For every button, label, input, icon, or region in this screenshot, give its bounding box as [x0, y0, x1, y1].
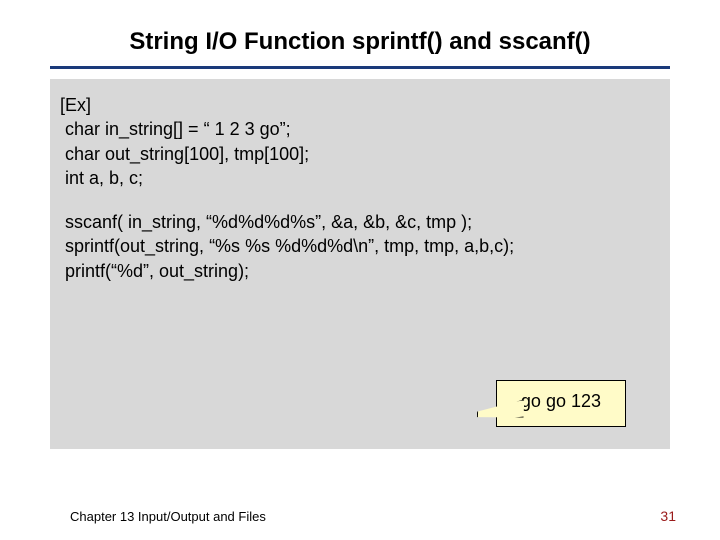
code-line: int a, b, c;: [60, 166, 660, 190]
code-box: [Ex] char in_string[] = “ 1 2 3 go”; cha…: [50, 79, 670, 449]
code-line: char in_string[] = “ 1 2 3 go”;: [60, 117, 660, 141]
code-line: char out_string[100], tmp[100];: [60, 142, 660, 166]
output-callout: go go 123: [496, 380, 626, 427]
slide-title: String I/O Function sprintf() and sscanf…: [44, 28, 676, 66]
code-line: sprintf(out_string, “%s %s %d%d%d\n”, tm…: [60, 234, 660, 258]
page-number: 31: [660, 508, 676, 524]
code-line: sscanf( in_string, “%d%d%d%s”, &a, &b, &…: [60, 210, 660, 234]
code-line: printf(“%d”, out_string);: [60, 259, 660, 283]
code-block: sscanf( in_string, “%d%d%d%s”, &a, &b, &…: [60, 210, 660, 283]
chapter-label: Chapter 13 Input/Output and Files: [70, 509, 266, 524]
title-rule: [50, 66, 670, 69]
slide: String I/O Function sprintf() and sscanf…: [0, 0, 720, 540]
code-line: [Ex]: [60, 93, 660, 117]
